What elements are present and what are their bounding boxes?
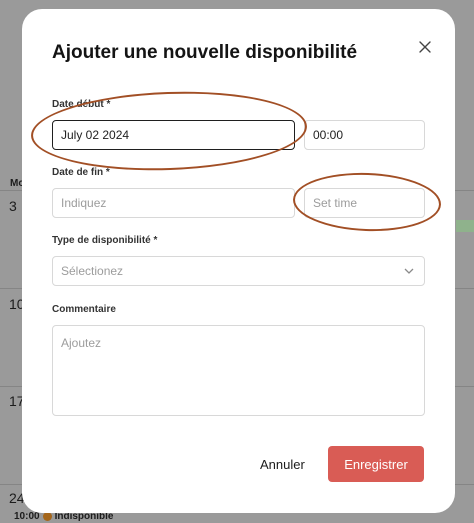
end-date-input[interactable]: Indiquez [52, 188, 295, 218]
event-status-dot-icon [42, 512, 52, 521]
add-availability-modal: Ajouter une nouvelle disponibilité Date … [22, 9, 455, 513]
end-date-label: Date de fin * [52, 167, 110, 178]
event-time: 10:00 [14, 511, 40, 522]
start-time-value: 00:00 [313, 128, 344, 142]
comment-textarea[interactable]: Ajoutez [52, 325, 425, 416]
cancel-button[interactable]: Annuler [260, 457, 305, 472]
start-date-value: July 02 2024 [61, 128, 130, 142]
save-button[interactable]: Enregistrer [328, 446, 424, 482]
availability-type-select[interactable]: Sélectionez [52, 256, 425, 286]
start-date-label: Date début * [52, 99, 111, 110]
calendar-event-marker [456, 220, 474, 232]
end-date-placeholder: Indiquez [61, 196, 107, 210]
start-time-input[interactable]: 00:00 [304, 120, 425, 150]
end-time-input[interactable]: Set time [304, 188, 425, 218]
comment-placeholder: Ajoutez [61, 336, 102, 350]
availability-type-placeholder: Sélectionez [61, 264, 124, 278]
close-icon[interactable] [418, 40, 432, 54]
availability-type-label: Type de disponibilité * [52, 235, 158, 246]
calendar-day-number: 3 [9, 198, 17, 214]
modal-title: Ajouter une nouvelle disponibilité [52, 42, 358, 63]
start-date-input[interactable]: July 02 2024 [52, 120, 295, 150]
end-time-placeholder: Set time [313, 196, 358, 210]
chevron-down-icon [404, 268, 414, 274]
comment-label: Commentaire [52, 304, 116, 315]
